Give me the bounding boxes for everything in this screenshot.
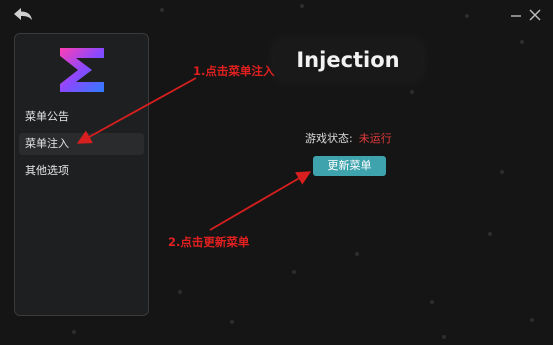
annotation-step-2: 2.点击更新菜单 (168, 235, 250, 249)
brand-logo-icon (54, 42, 110, 98)
update-menu-button[interactable]: 更新菜单 (313, 156, 386, 176)
page-title: Injection (275, 41, 421, 79)
bg-dot (500, 170, 504, 174)
game-status: 游戏状态: 未运行 (305, 130, 392, 146)
sidebar-item-inject[interactable]: 菜单注入 (19, 133, 144, 155)
bg-dot (430, 300, 434, 304)
bg-dot (410, 90, 414, 94)
arrow-to-update (209, 171, 312, 231)
status-value: 未运行 (358, 132, 392, 145)
sidebar-item-announcement[interactable]: 菜单公告 (19, 106, 144, 128)
bg-dot (355, 252, 359, 256)
bg-dot (488, 232, 492, 236)
sidebar-item-other-options[interactable]: 其他选项 (19, 160, 144, 182)
status-label: 游戏状态: (305, 132, 353, 145)
annotation-step-1: 1.点击菜单注入 (193, 64, 275, 78)
back-arrow-icon[interactable] (12, 6, 34, 24)
minimize-icon[interactable] (509, 7, 523, 21)
bg-dot (230, 320, 234, 324)
bg-dot (530, 318, 534, 322)
app-window: 菜单公告 菜单注入 其他选项 Injection 游戏状态: 未运行 更新菜单 1… (0, 0, 553, 345)
close-icon[interactable] (528, 7, 542, 21)
sidebar: 菜单公告 菜单注入 其他选项 (14, 33, 149, 316)
title-bar (0, 0, 553, 30)
bg-dot (72, 330, 76, 334)
bg-dot (292, 270, 296, 274)
bg-dot (520, 40, 524, 44)
bg-dot (442, 335, 446, 339)
bg-dot (178, 290, 182, 294)
